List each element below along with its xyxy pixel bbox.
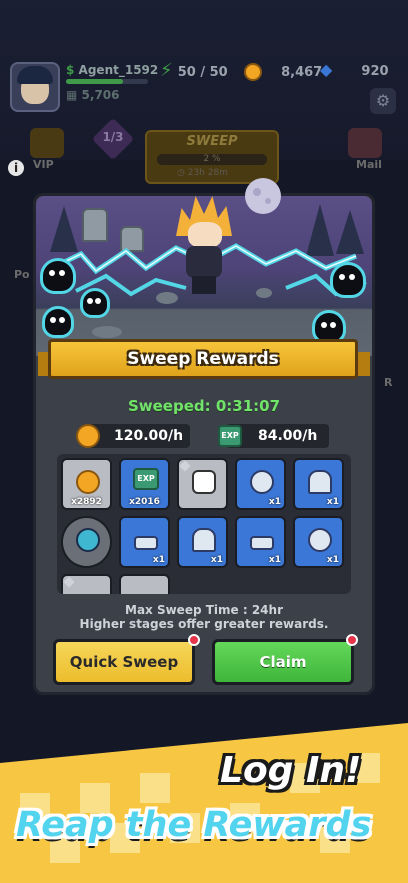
vip-button[interactable] — [30, 128, 64, 158]
gold-coin-icon — [76, 470, 100, 494]
reward-slot[interactable]: EXP x2016 — [119, 458, 170, 510]
notification-dot — [188, 634, 200, 646]
reward-slot[interactable] — [61, 516, 112, 568]
reward-slot[interactable] — [61, 574, 112, 594]
sweep-timer: ◷ 23h 28m — [177, 168, 228, 178]
reward-qty: x1 — [152, 555, 165, 565]
boots-icon — [308, 528, 332, 552]
sweep-hint: Higher stages offer greater rewards. — [79, 617, 329, 631]
promo-banner — [0, 723, 408, 883]
reward-slot[interactable]: x1 — [293, 458, 344, 510]
lightning-icon: ⚡ — [160, 60, 173, 81]
sweep-progress-percent: 2 % — [203, 154, 221, 164]
promo-line-2: Reap the Rewards — [16, 805, 372, 845]
stage-text: 1/3 — [102, 130, 124, 144]
reward-slot[interactable]: x2892 — [61, 458, 112, 510]
gem-display[interactable]: ◆ 920 — [320, 60, 389, 79]
reward-slot[interactable] — [119, 574, 170, 594]
rarity-gem-icon — [63, 576, 75, 588]
robot-gear-icon — [192, 470, 216, 494]
reward-qty: x2016 — [129, 497, 160, 507]
reward-qty: x1 — [268, 555, 281, 565]
right-side-label: R — [384, 376, 393, 389]
player-name: $ Agent_1592 — [66, 63, 159, 77]
exp-book-icon: EXP — [133, 468, 159, 490]
reward-slot[interactable]: x1 — [177, 516, 228, 568]
hero-body — [186, 246, 222, 278]
diamond-icon: ◆ — [320, 60, 333, 79]
ghost-enemy — [330, 262, 366, 298]
hat-icon — [308, 470, 332, 494]
boots-icon — [250, 470, 274, 494]
dialog-title: Sweep Rewards — [127, 349, 279, 369]
rewards-grid: x2892 EXP x2016 x1 x1 x1 x1 x1 x1 — [57, 454, 351, 594]
belt-icon — [134, 536, 158, 550]
ghost-enemy — [42, 306, 74, 338]
hero-legs — [192, 276, 216, 294]
max-sweep-time: Max Sweep Time : 24hr — [125, 603, 283, 617]
player-avatar[interactable] — [10, 62, 60, 112]
exp-icon: EXP — [218, 425, 242, 447]
gold-coin-icon — [244, 62, 262, 81]
settings-gear-icon[interactable]: ⚙ — [370, 88, 396, 114]
dialog-title-ribbon: Sweep Rewards — [48, 339, 358, 379]
orb-icon — [76, 528, 100, 552]
sweep-hud-title: SWEEP — [186, 134, 238, 149]
notification-dot — [346, 634, 358, 646]
sweep-progress-bar: 2 % — [157, 154, 267, 165]
power-display: ▦ 5,706 — [66, 88, 120, 102]
ghost-enemy — [80, 288, 110, 318]
player-exp-bar — [66, 79, 148, 84]
sweep-hud-button[interactable]: SWEEP 2 % ◷ 23h 28m — [145, 130, 279, 184]
belt-icon — [250, 536, 274, 550]
reward-qty: x1 — [326, 555, 339, 565]
gold-coin-icon — [76, 424, 100, 448]
claim-button[interactable]: Claim — [212, 639, 354, 685]
promo-line-1: Log In! — [220, 750, 362, 791]
reward-qty: x2892 — [71, 497, 102, 507]
moon — [245, 178, 281, 214]
ghost-enemy — [40, 258, 76, 294]
mail-button[interactable] — [348, 128, 382, 158]
sweeped-time: Sweeped: 0:31:07 — [127, 397, 281, 415]
level-icon: $ — [66, 63, 75, 77]
reward-qty: x1 — [326, 497, 339, 507]
reward-slot[interactable]: x1 — [235, 516, 286, 568]
reward-qty: x1 — [210, 555, 223, 565]
reward-slot[interactable] — [177, 458, 228, 510]
hat-icon — [192, 528, 216, 552]
reward-slot[interactable]: x1 — [235, 458, 286, 510]
mail-label: Mail — [356, 158, 382, 171]
reward-slot[interactable]: x1 — [293, 516, 344, 568]
reward-slot[interactable]: x1 — [119, 516, 170, 568]
energy-display[interactable]: ⚡ 50 / 50 — [160, 60, 228, 81]
hero-face — [188, 222, 222, 248]
left-side-label: Po — [14, 268, 30, 281]
rarity-gem-icon — [179, 460, 191, 472]
quick-sweep-button[interactable]: Quick Sweep — [53, 639, 195, 685]
info-icon[interactable]: i — [8, 160, 24, 176]
vip-label: VIP — [33, 158, 54, 171]
power-icon: ▦ — [66, 88, 78, 102]
gold-display[interactable]: 8,467 — [244, 61, 322, 81]
clock-icon: ◷ — [177, 168, 185, 178]
reward-qty: x1 — [268, 497, 281, 507]
